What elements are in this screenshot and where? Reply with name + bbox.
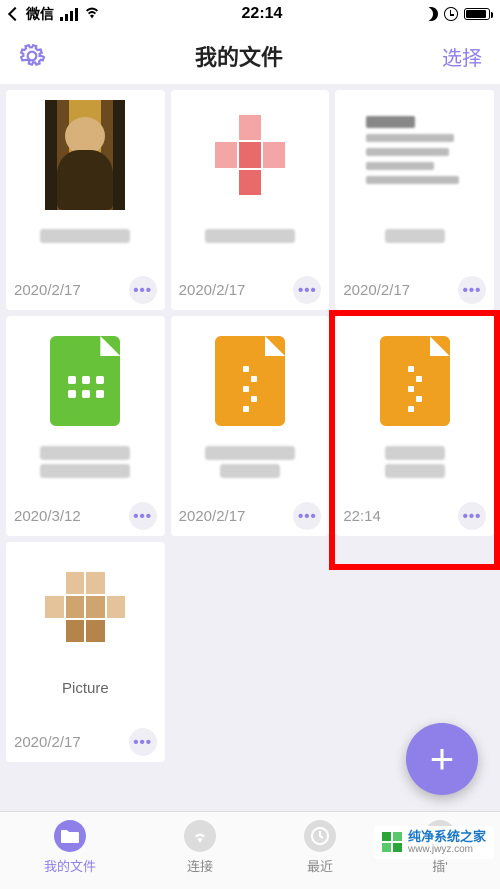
file-date: 2020/3/12 xyxy=(14,508,81,525)
archive-zip-icon xyxy=(380,336,450,426)
file-date: 2020/2/17 xyxy=(343,282,410,299)
more-button[interactable]: ••• xyxy=(293,502,321,530)
file-card[interactable]: Picture 2020/2/17 ••• xyxy=(6,542,165,762)
tab-label: 连接 xyxy=(187,856,213,875)
file-thumbnail xyxy=(14,552,157,662)
image-thumbnail-icon xyxy=(45,100,125,210)
signal-icon xyxy=(60,8,78,21)
dnd-moon-icon xyxy=(424,7,438,21)
file-name xyxy=(14,442,157,482)
more-button[interactable]: ••• xyxy=(458,502,486,530)
plus-icon: + xyxy=(430,735,455,783)
file-name xyxy=(179,216,322,256)
more-button[interactable]: ••• xyxy=(129,276,157,304)
wifi-icon xyxy=(184,820,216,852)
clock-icon xyxy=(304,820,336,852)
more-button[interactable]: ••• xyxy=(129,728,157,756)
file-date: 2020/2/17 xyxy=(179,508,246,525)
watermark-url: www.jwyz.com xyxy=(408,844,486,855)
file-footer: 22:14 ••• xyxy=(343,498,486,530)
document-thumbnail-icon xyxy=(360,110,470,200)
file-thumbnail xyxy=(343,100,486,210)
gear-icon xyxy=(19,43,45,69)
file-footer: 2020/3/12 ••• xyxy=(14,498,157,530)
file-date: 22:14 xyxy=(343,508,381,525)
watermark: 纯净系统之家 www.jwyz.com xyxy=(374,826,494,859)
tab-label: 最近 xyxy=(307,856,333,875)
app-header: 我的文件 选择 xyxy=(0,28,500,84)
status-right xyxy=(424,7,490,21)
more-button[interactable]: ••• xyxy=(293,276,321,304)
settings-button[interactable] xyxy=(18,42,46,70)
wifi-icon xyxy=(84,6,100,22)
file-card[interactable]: 2020/2/17 ••• xyxy=(335,90,494,310)
file-thumbnail xyxy=(179,100,322,210)
spreadsheet-icon xyxy=(50,336,120,426)
archive-zip-icon xyxy=(215,336,285,426)
file-name xyxy=(179,442,322,482)
image-thumbnail-icon xyxy=(215,115,285,195)
file-name: Picture xyxy=(14,668,157,708)
file-date: 2020/2/17 xyxy=(14,282,81,299)
more-button[interactable]: ••• xyxy=(458,276,486,304)
file-footer: 2020/2/17 ••• xyxy=(14,724,157,756)
file-footer: 2020/2/17 ••• xyxy=(179,272,322,304)
file-thumbnail xyxy=(179,326,322,436)
file-name xyxy=(14,216,157,256)
file-card[interactable]: 2020/2/17 ••• xyxy=(6,90,165,310)
tab-recent[interactable]: 最近 xyxy=(304,820,336,875)
status-bar: 微信 22:14 xyxy=(0,0,500,28)
page-title: 我的文件 xyxy=(46,40,432,72)
file-thumbnail xyxy=(343,326,486,436)
file-card[interactable]: 2020/2/17 ••• xyxy=(171,90,330,310)
more-button[interactable]: ••• xyxy=(129,502,157,530)
file-name xyxy=(343,216,486,256)
file-footer: 2020/2/17 ••• xyxy=(179,498,322,530)
battery-icon xyxy=(464,8,490,20)
file-footer: 2020/2/17 ••• xyxy=(14,272,157,304)
tab-my-files[interactable]: 我的文件 xyxy=(44,820,96,875)
status-left: 微信 xyxy=(10,4,100,24)
add-fab-button[interactable]: + xyxy=(406,723,478,795)
status-app-name: 微信 xyxy=(26,4,54,24)
file-card[interactable]: 22:14 ••• xyxy=(335,316,494,536)
folder-thumbnail-icon xyxy=(45,572,125,642)
back-chevron-icon xyxy=(8,7,22,21)
file-footer: 2020/2/17 ••• xyxy=(343,272,486,304)
file-name xyxy=(343,442,486,482)
watermark-logo-icon xyxy=(382,832,402,852)
tab-connect[interactable]: 连接 xyxy=(184,820,216,875)
file-card[interactable]: 2020/2/17 ••• xyxy=(171,316,330,536)
file-date: 2020/2/17 xyxy=(179,282,246,299)
status-clock: 22:14 xyxy=(242,5,283,23)
file-card[interactable]: 2020/3/12 ••• xyxy=(6,316,165,536)
select-button[interactable]: 选择 xyxy=(432,42,482,71)
alarm-icon xyxy=(444,7,458,21)
file-date: 2020/2/17 xyxy=(14,734,81,751)
file-thumbnail xyxy=(14,100,157,210)
folder-icon xyxy=(54,820,86,852)
file-thumbnail xyxy=(14,326,157,436)
watermark-title: 纯净系统之家 xyxy=(408,830,486,844)
file-grid: 2020/2/17 ••• 2020/2/17 ••• 2020/2/17 ••… xyxy=(0,84,500,768)
tab-label: 我的文件 xyxy=(44,856,96,875)
